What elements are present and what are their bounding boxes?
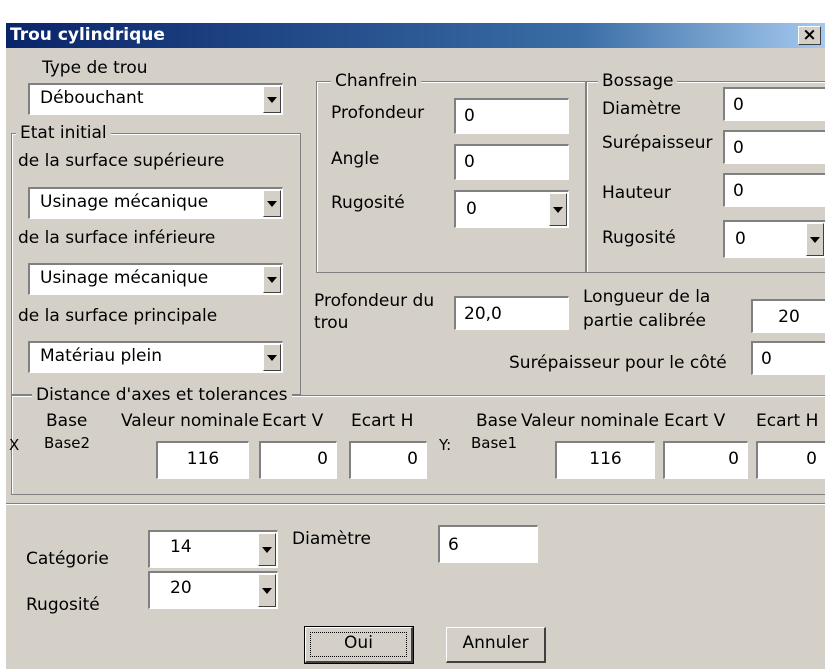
type-trou-select[interactable]: Débouchant — [28, 83, 283, 115]
y-base-value: Base1 — [471, 434, 518, 452]
chevron-down-icon[interactable] — [263, 86, 281, 113]
chevron-down-icon[interactable] — [263, 344, 281, 371]
y-valeur-nominale-value: 116 — [589, 449, 622, 469]
profondeur-trou-label: Profondeur du — [314, 291, 435, 311]
diametre-label: Diamètre — [292, 529, 371, 549]
surface-inferieure-select[interactable]: Usinage mécanique — [28, 263, 283, 295]
chanfrein-legend: Chanfrein — [331, 71, 422, 91]
diametre-field[interactable]: 6 — [438, 525, 538, 563]
distance-axes-legend: Distance d'axes et tolerances — [32, 385, 292, 405]
x-base-value: Base2 — [44, 434, 91, 452]
bossage-diametre-field[interactable]: 0 — [723, 87, 825, 121]
categorie-select[interactable]: 14 — [148, 530, 278, 568]
x-ecart-v-value: 0 — [317, 449, 328, 469]
surface-inferieure-label: de la surface inférieure — [18, 228, 216, 248]
chanfrein-rugosite-value: 0 — [466, 199, 477, 219]
diametre-value: 6 — [448, 535, 459, 555]
chanfrein-angle-label: Angle — [331, 149, 380, 169]
y-valeur-nominale-field[interactable]: 116 — [555, 441, 655, 479]
x-valeur-nominale-field[interactable]: 116 — [156, 441, 249, 479]
x-axis-label: X — [9, 436, 20, 454]
surface-principale-label: de la surface principale — [18, 306, 218, 326]
categorie-value: 14 — [170, 537, 192, 557]
focus-ring — [310, 632, 407, 657]
rugosite-select[interactable]: 20 — [148, 571, 278, 609]
y-ecart-h-header: Ecart H — [756, 411, 819, 431]
y-valeur-nominale-header: Valeur nominale — [521, 411, 659, 431]
y-ecart-h-field[interactable]: 0 — [756, 441, 825, 479]
y-ecart-v-value: 0 — [728, 449, 739, 469]
surepaisseur-cote-field[interactable]: 0 — [751, 341, 825, 375]
surface-superieure-label: de la surface supérieure — [18, 151, 225, 171]
x-ecart-h-field[interactable]: 0 — [349, 441, 427, 479]
y-ecart-v-header: Ecart V — [664, 411, 726, 431]
chevron-down-icon[interactable] — [549, 193, 567, 226]
y-base-header: Base — [476, 411, 518, 431]
bossage-surepaisseur-field[interactable]: 0 — [723, 130, 825, 164]
etat-initial-legend: Etat initial — [16, 123, 111, 143]
x-ecart-v-header: Ecart V — [262, 411, 324, 431]
oui-button[interactable]: Oui — [304, 626, 414, 664]
surface-inferieure-value: Usinage mécanique — [40, 268, 209, 288]
surface-principale-value: Matériau plein — [40, 346, 162, 366]
chevron-down-icon[interactable] — [258, 574, 276, 607]
x-ecart-h-value: 0 — [407, 449, 418, 469]
profondeur-trou-label-2: trou — [314, 313, 349, 333]
bossage-rugosite-label: Rugosité — [602, 228, 676, 248]
title-bar[interactable]: Trou cylindrique × — [6, 23, 825, 48]
surface-superieure-select[interactable]: Usinage mécanique — [28, 187, 283, 219]
bossage-rugosite-select[interactable]: 0 — [723, 220, 825, 258]
rugosite-value: 20 — [170, 578, 192, 598]
window-title: Trou cylindrique — [10, 25, 165, 45]
profondeur-trou-field[interactable]: 20,0 — [454, 296, 569, 330]
chevron-down-icon[interactable] — [263, 190, 281, 217]
chevron-down-icon[interactable] — [258, 533, 276, 566]
surface-superieure-value: Usinage mécanique — [40, 192, 209, 212]
longueur-calibree-field[interactable]: 20 — [751, 299, 825, 333]
x-base-header: Base — [46, 411, 88, 431]
x-valeur-nominale-value: 116 — [186, 449, 220, 469]
categorie-label: Catégorie — [26, 549, 109, 569]
close-button[interactable]: × — [798, 26, 821, 45]
chevron-down-icon[interactable] — [263, 266, 281, 293]
type-trou-label: Type de trou — [42, 58, 148, 78]
chanfrein-profondeur-field[interactable]: 0 — [454, 98, 569, 134]
chevron-down-icon[interactable] — [806, 223, 824, 256]
surface-principale-select[interactable]: Matériau plein — [28, 341, 283, 373]
section-divider — [6, 503, 825, 505]
longueur-calibree-label-2: partie calibrée — [583, 311, 706, 331]
surepaisseur-cote-label: Surépaisseur pour le côté — [509, 353, 727, 373]
chanfrein-rugosite-select[interactable]: 0 — [454, 190, 569, 228]
type-trou-value: Débouchant — [40, 88, 144, 108]
bossage-legend: Bossage — [598, 71, 678, 91]
bossage-diametre-label: Diamètre — [602, 99, 681, 119]
annuler-button[interactable]: Annuler — [446, 627, 546, 663]
x-ecart-h-header: Ecart H — [351, 411, 414, 431]
chanfrein-angle-field[interactable]: 0 — [454, 144, 569, 180]
chanfrein-rugosite-label: Rugosité — [331, 193, 405, 213]
x-valeur-nominale-header: Valeur nominale — [121, 411, 259, 431]
y-axis-label: Y: — [439, 436, 452, 454]
rugosite-label: Rugosité — [26, 595, 100, 615]
bossage-hauteur-field[interactable]: 0 — [723, 173, 825, 207]
bossage-rugosite-value: 0 — [735, 229, 746, 249]
chanfrein-profondeur-label: Profondeur — [331, 103, 425, 123]
y-ecart-v-field[interactable]: 0 — [663, 441, 748, 479]
bossage-hauteur-label: Hauteur — [602, 183, 671, 203]
longueur-calibree-label: Longueur de la — [583, 287, 711, 307]
y-ecart-h-value: 0 — [806, 449, 817, 469]
bossage-surepaisseur-label: Surépaisseur — [602, 133, 713, 153]
dialog-window: Trou cylindrique × Type de trou Déboucha… — [5, 22, 825, 669]
x-ecart-v-field[interactable]: 0 — [259, 441, 337, 479]
